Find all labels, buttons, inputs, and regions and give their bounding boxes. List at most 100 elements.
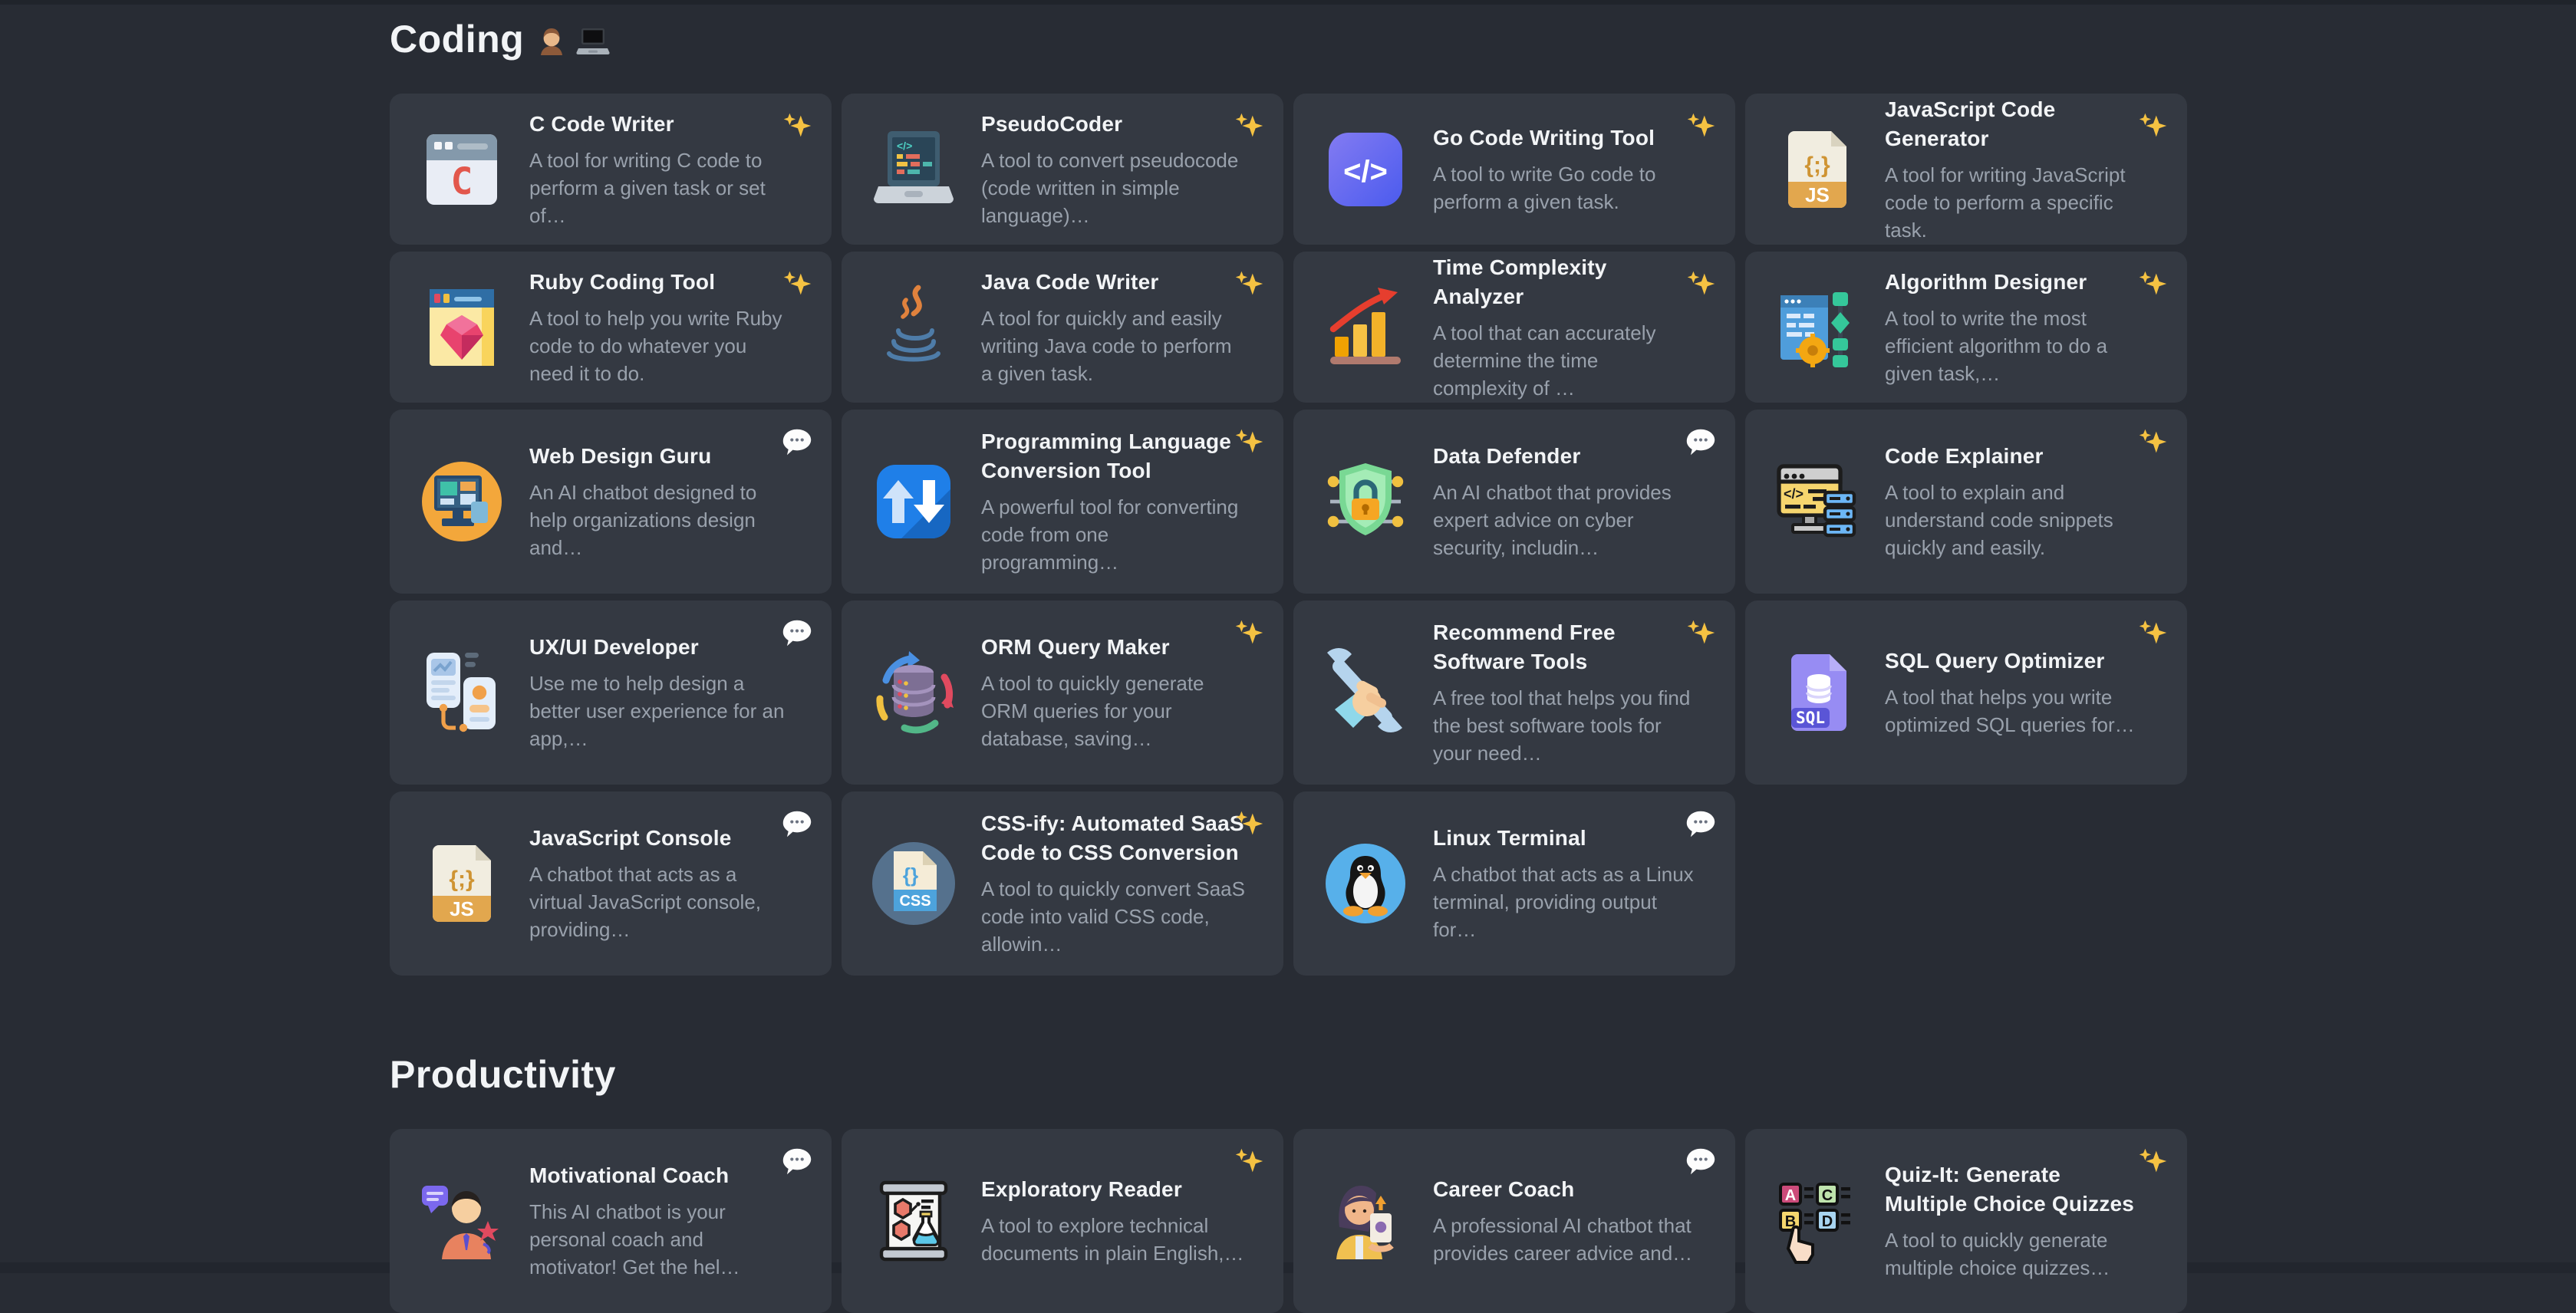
prompt-card[interactable]: Ruby Coding Tool A tool to help you writ… [390, 252, 832, 403]
svg-text:JS: JS [450, 897, 474, 920]
card-title: Code Explainer [1885, 442, 2149, 471]
card-title: Exploratory Reader [981, 1175, 1245, 1204]
card-text: Code Explainer A tool to explain and und… [1885, 442, 2176, 561]
category-section: Coding C C Code Writer A tool for writin… [390, 17, 2187, 976]
prompt-card[interactable]: SQL SQL Query Optimizer A tool that help… [1745, 601, 2187, 785]
phone-wireframes-icon [416, 647, 508, 739]
card-description: A tool to quickly generate ORM queries f… [981, 670, 1245, 752]
card-text: Exploratory Reader A tool to explore tec… [981, 1175, 1273, 1267]
prompt-card[interactable]: Recommend Free Software Tools A free too… [1293, 601, 1735, 785]
chat-badge-icon [779, 425, 815, 460]
svg-text:C: C [1822, 1187, 1833, 1204]
prompt-card[interactable]: </> Go Code Writing Tool A tool to write… [1293, 94, 1735, 245]
card-text: UX/UI Developer Use me to help design a … [529, 633, 821, 752]
card-description: A professional AI chatbot that provides … [1433, 1212, 1697, 1267]
prompt-card[interactable]: {;}JS JavaScript Code Generator A tool f… [1745, 94, 2187, 245]
card-description: A tool that helps you write optimized SQ… [1885, 683, 2149, 739]
prompt-card[interactable]: Algorithm Designer A tool to write the m… [1745, 252, 2187, 403]
card-text: PseudoCoder A tool to convert pseudocode… [981, 110, 1273, 229]
svg-text:{}: {} [903, 864, 918, 887]
person-technologist-icon [533, 23, 570, 60]
svg-text:</>: </> [897, 140, 912, 152]
card-text: Go Code Writing Tool A tool to write Go … [1433, 123, 1724, 216]
sparkle-badge-icon [1231, 616, 1267, 651]
shield-lock-icon [1319, 456, 1412, 548]
java-cup-icon [868, 281, 960, 373]
chat-badge-icon [779, 807, 815, 842]
svg-text:SQL: SQL [1796, 709, 1825, 727]
section-title-text: Coding [390, 17, 524, 61]
prompt-card[interactable]: ACBD Quiz-It: Generate Multiple Choice Q… [1745, 1129, 2187, 1313]
growth-chart-icon [1319, 281, 1412, 373]
card-title: Programming Language Conversion Tool [981, 427, 1245, 485]
chat-badge-icon [779, 1144, 815, 1180]
card-text: JavaScript Code Generator A tool for wri… [1885, 95, 2176, 244]
card-description: This AI chatbot is your personal coach a… [529, 1198, 793, 1281]
prompt-card[interactable]: Motivational Coach This AI chatbot is yo… [390, 1129, 832, 1313]
sparkle-badge-icon [1231, 267, 1267, 302]
prompt-card[interactable]: Programming Language Conversion Tool A p… [842, 410, 1283, 594]
prompt-card[interactable]: </> PseudoCoder A tool to convert pseudo… [842, 94, 1283, 245]
career-person-icon [1319, 1175, 1412, 1267]
card-text: Quiz-It: Generate Multiple Choice Quizze… [1885, 1160, 2176, 1282]
prompt-card[interactable]: Time Complexity Analyzer A tool that can… [1293, 252, 1735, 403]
card-description: A tool to convert pseudocode (code writt… [981, 146, 1245, 229]
ruby-gem-icon [416, 281, 508, 373]
quiz-tiles-icon: ACBD [1771, 1175, 1863, 1267]
card-description: Use me to help design a better user expe… [529, 670, 793, 752]
card-text: Algorithm Designer A tool to write the m… [1885, 268, 2176, 387]
scroll-lab-icon [868, 1175, 960, 1267]
card-title: Web Design Guru [529, 442, 793, 471]
prompt-card[interactable]: {}CSS CSS-ify: Automated SaaS Code to CS… [842, 791, 1283, 976]
card-description: A tool that can accurately determine the… [1433, 319, 1697, 402]
svg-text:</>: </> [1343, 155, 1388, 189]
card-title: JavaScript Console [529, 824, 793, 853]
card-description: A tool for writing C code to perform a g… [529, 146, 793, 229]
prompt-card[interactable]: C C Code Writer A tool for writing C cod… [390, 94, 832, 245]
card-title: Data Defender [1433, 442, 1697, 471]
sparkle-badge-icon [2135, 1144, 2170, 1180]
prompt-card[interactable]: UX/UI Developer Use me to help design a … [390, 601, 832, 785]
prompt-card[interactable]: </> Code Explainer A tool to explain and… [1745, 410, 2187, 594]
sql-file-icon: SQL [1771, 647, 1863, 739]
svg-text:D: D [1822, 1213, 1833, 1230]
prompt-card[interactable]: Java Code Writer A tool for quickly and … [842, 252, 1283, 403]
svg-text:CSS: CSS [899, 893, 931, 910]
motivation-person-icon [416, 1175, 508, 1267]
card-title: Career Coach [1433, 1175, 1697, 1204]
card-text: ORM Query Maker A tool to quickly genera… [981, 633, 1273, 752]
web-monitor-icon [416, 456, 508, 548]
card-title: Quiz-It: Generate Multiple Choice Quizze… [1885, 1160, 2149, 1219]
prompt-card[interactable]: {;}JS JavaScript Console A chatbot that … [390, 791, 832, 976]
c-window-icon: C [416, 123, 508, 216]
linux-penguin-icon [1319, 837, 1412, 930]
card-text: Linux Terminal A chatbot that acts as a … [1433, 824, 1724, 943]
card-description: A free tool that helps you find the best… [1433, 684, 1697, 767]
card-description: A tool for writing JavaScript code to pe… [1885, 161, 2149, 244]
prompt-card[interactable]: Data Defender An AI chatbot that provide… [1293, 410, 1735, 594]
css-file-icon: {} CSS [868, 837, 960, 930]
prompt-card[interactable]: Exploratory Reader A tool to explore tec… [842, 1129, 1283, 1313]
prompt-card[interactable]: ORM Query Maker A tool to quickly genera… [842, 601, 1283, 785]
category-section: Productivity Motivational Coach This AI … [390, 1052, 2187, 1313]
sparkle-badge-icon [1683, 616, 1718, 651]
card-text: Data Defender An AI chatbot that provide… [1433, 442, 1724, 561]
card-grid: C C Code Writer A tool for writing C cod… [390, 94, 2187, 976]
sparkle-badge-icon [2135, 267, 2170, 302]
prompt-card[interactable]: Linux Terminal A chatbot that acts as a … [1293, 791, 1735, 976]
card-text: Ruby Coding Tool A tool to help you writ… [529, 268, 821, 387]
prompt-card[interactable]: Web Design Guru An AI chatbot designed t… [390, 410, 832, 594]
card-title: Motivational Coach [529, 1161, 793, 1190]
card-title: Go Code Writing Tool [1433, 123, 1697, 153]
card-text: Motivational Coach This AI chatbot is yo… [529, 1161, 821, 1281]
card-description: A tool to explain and understand code sn… [1885, 479, 2149, 561]
card-description: A tool to write the most efficient algor… [1885, 304, 2149, 387]
card-title: UX/UI Developer [529, 633, 793, 662]
card-grid: Motivational Coach This AI chatbot is yo… [390, 1129, 2187, 1313]
card-description: A tool to write Go code to perform a giv… [1433, 160, 1697, 216]
svg-text:A: A [1785, 1187, 1796, 1204]
card-text: Java Code Writer A tool for quickly and … [981, 268, 1273, 387]
svg-text:{;}: {;} [449, 867, 475, 892]
card-title: Time Complexity Analyzer [1433, 253, 1697, 311]
prompt-card[interactable]: Career Coach A professional AI chatbot t… [1293, 1129, 1735, 1313]
